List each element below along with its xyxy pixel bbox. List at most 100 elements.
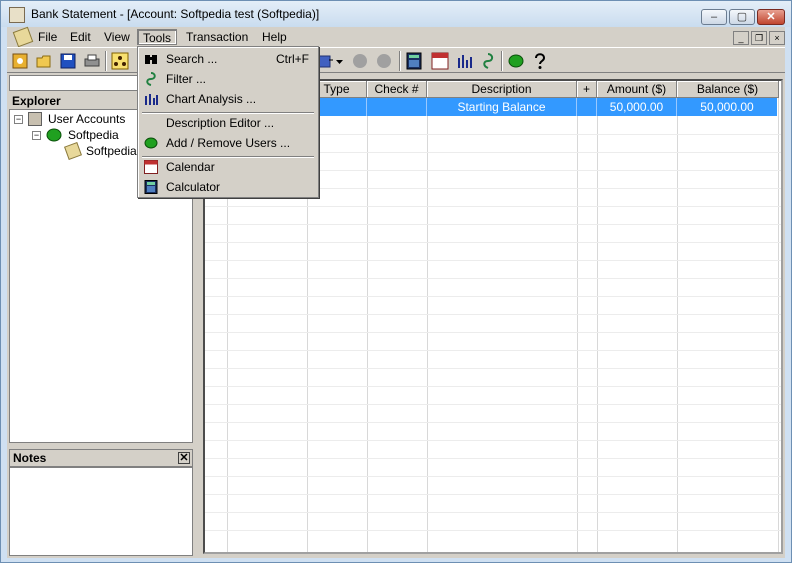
maximize-button[interactable]: ▢	[729, 9, 755, 25]
app-icon[interactable]	[9, 7, 25, 23]
tree-item-user-accounts[interactable]: User Accounts	[48, 111, 125, 127]
mdi-minimize-button[interactable]: _	[733, 31, 749, 45]
menu-item-description-editor[interactable]: Description Editor ...	[140, 113, 316, 133]
calendar-icon[interactable]	[431, 52, 449, 70]
grid-line	[205, 332, 781, 333]
mdi-restore-button[interactable]: ❐	[751, 31, 767, 45]
grid-line	[205, 224, 781, 225]
tools-menu-dropdown: Search ... Ctrl+F Filter ... Chart Analy…	[137, 46, 319, 198]
grid-line	[577, 98, 578, 552]
binoculars-icon	[144, 52, 158, 66]
calculator-icon[interactable]	[405, 52, 423, 70]
grid-line	[597, 98, 598, 552]
cell-balance[interactable]: 50,000.00	[677, 98, 777, 116]
close-button[interactable]: ✕	[757, 9, 785, 25]
grid-line	[205, 422, 781, 423]
menu-file[interactable]: File	[33, 29, 62, 45]
menu-item-calendar[interactable]: Calendar	[140, 157, 316, 177]
notes-area[interactable]	[9, 467, 193, 556]
users-icon[interactable]	[111, 52, 129, 70]
menu-transaction[interactable]: Transaction	[181, 29, 253, 45]
calendar-icon	[144, 160, 158, 174]
cell-amount[interactable]: 50,000.00	[597, 98, 677, 116]
menu-item-add-remove-users[interactable]: Add / Remove Users ...	[140, 133, 316, 153]
menu-item-label: Calculator	[166, 180, 221, 194]
grid-line	[205, 404, 781, 405]
tree-expander[interactable]: −	[32, 131, 41, 140]
notes-header: Notes ✕	[9, 449, 193, 467]
new-account-icon[interactable]	[11, 52, 29, 70]
grid-line	[205, 494, 781, 495]
menu-help[interactable]: Help	[257, 29, 292, 45]
menu-item-label: Search ...	[166, 52, 218, 66]
column-header-amount[interactable]: Amount ($)	[597, 81, 677, 98]
menu-edit[interactable]: Edit	[65, 29, 96, 45]
app-window: Bank Statement - [Account: Softpedia tes…	[0, 0, 792, 563]
menu-view[interactable]: View	[99, 29, 135, 45]
toolbar-separator	[105, 51, 107, 71]
menu-item-calculator[interactable]: Calculator	[140, 177, 316, 197]
grid-line	[205, 368, 781, 369]
record-icon[interactable]	[351, 52, 369, 70]
grid-line	[677, 98, 678, 552]
grid-line	[778, 98, 779, 552]
window-title: Bank Statement - [Account: Softpedia tes…	[31, 7, 320, 21]
notes-close-button[interactable]: ✕	[178, 452, 190, 464]
menu-item-shortcut: Ctrl+F	[276, 52, 309, 66]
menu-item-filter[interactable]: Filter ...	[140, 69, 316, 89]
grid-line	[205, 476, 781, 477]
cell-check[interactable]	[367, 98, 427, 116]
account-icon	[64, 142, 82, 160]
filter-icon	[144, 72, 158, 86]
tree-expander[interactable]: −	[14, 115, 23, 124]
column-header-plus[interactable]: +	[577, 81, 597, 98]
grid-line	[205, 350, 781, 351]
column-header-description[interactable]: Description	[427, 81, 577, 98]
grid-line	[205, 512, 781, 513]
grid-line	[205, 458, 781, 459]
menu-tools[interactable]: Tools	[137, 29, 178, 45]
turtle-icon[interactable]	[507, 52, 525, 70]
grid-line	[205, 260, 781, 261]
menu-item-label: Description Editor ...	[166, 116, 275, 130]
import-icon[interactable]	[317, 52, 335, 70]
notes-title: Notes	[13, 451, 47, 465]
minimize-button[interactable]: ‒	[701, 9, 727, 25]
menu-item-search[interactable]: Search ... Ctrl+F	[140, 49, 316, 69]
help-icon[interactable]	[531, 52, 549, 70]
user-accounts-icon	[28, 112, 42, 126]
menu-item-label: Add / Remove Users ...	[166, 136, 291, 150]
menu-bar: File Edit View Tools Transaction Help _ …	[7, 26, 785, 48]
chart-icon[interactable]	[455, 52, 473, 70]
grid-line	[205, 242, 781, 243]
document-icon[interactable]	[12, 26, 34, 48]
chart-icon	[144, 92, 158, 106]
grid-line	[205, 530, 781, 531]
toolbar-separator	[399, 51, 401, 71]
cell-description[interactable]: Starting Balance	[427, 98, 577, 116]
grid-line	[205, 206, 781, 207]
cell-plus[interactable]	[577, 98, 597, 116]
menu-item-label: Chart Analysis ...	[166, 92, 257, 106]
tree-item-softpedia-account[interactable]: Softpedia	[86, 143, 137, 159]
open-icon[interactable]	[35, 52, 53, 70]
menu-item-chart-analysis[interactable]: Chart Analysis ...	[140, 89, 316, 109]
menu-item-label: Calendar	[166, 160, 215, 174]
column-header-balance[interactable]: Balance ($)	[677, 81, 779, 98]
client-area: File Edit View Tools Transaction Help _ …	[7, 26, 785, 558]
menu-item-label: Filter ...	[166, 72, 207, 86]
grid-line	[205, 296, 781, 297]
grid-line	[205, 386, 781, 387]
title-bar[interactable]: Bank Statement - [Account: Softpedia tes…	[1, 1, 791, 27]
record2-icon[interactable]	[375, 52, 393, 70]
mdi-close-button[interactable]: ×	[769, 31, 785, 45]
grid-line	[205, 314, 781, 315]
tree-item-softpedia-user[interactable]: Softpedia	[68, 127, 119, 143]
print-icon[interactable]	[83, 52, 101, 70]
turtle-icon	[144, 136, 158, 150]
toolbar	[7, 47, 785, 73]
save-icon[interactable]	[59, 52, 77, 70]
turtle-icon	[46, 128, 62, 142]
filter-icon[interactable]	[479, 52, 497, 70]
column-header-check[interactable]: Check #	[367, 81, 427, 98]
